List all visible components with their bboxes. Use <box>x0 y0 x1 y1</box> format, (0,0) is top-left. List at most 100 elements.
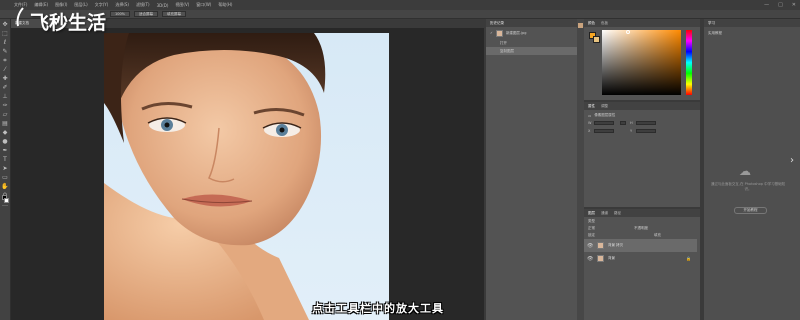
menu-item-help[interactable]: 帮助(H) <box>218 2 232 8</box>
visibility-eye-icon[interactable]: 👁 <box>587 256 593 262</box>
history-step-duplicate: 复制图层 <box>500 48 514 53</box>
y-label: Y <box>630 129 633 133</box>
layer-row[interactable]: 👁 背景 拷贝 <box>584 239 697 252</box>
width-label: W <box>588 121 592 125</box>
minimize-button[interactable]: — <box>764 2 769 8</box>
link-proportions-button[interactable] <box>620 121 626 125</box>
visibility-eye-icon[interactable]: 👁 <box>587 243 593 249</box>
layer-name: 背景 <box>608 256 615 260</box>
type-tool-icon[interactable]: T <box>2 156 9 163</box>
learn-hint: 通过与此面板交互,在 Photoshop 中学习基础知识。 <box>710 182 786 191</box>
clone-stamp-tool-icon[interactable]: ⊥ <box>2 93 9 100</box>
height-label: H <box>630 121 633 125</box>
background-color-chip[interactable] <box>593 36 600 43</box>
properties-title: ▭ 像素图层属性 <box>588 113 615 118</box>
layers-panel-tabs: 图层 通道 路径 <box>584 209 700 217</box>
tab-learn[interactable]: 学习 <box>708 21 715 26</box>
healing-tool-icon[interactable]: ✚ <box>2 75 9 82</box>
history-panel-tabs: 历史记录 <box>486 19 577 27</box>
tab-swatches[interactable]: 色板 <box>601 21 608 26</box>
opacity-label: 不透明度 <box>634 226 648 230</box>
height-field[interactable] <box>636 121 656 125</box>
history-panel-icon[interactable] <box>578 23 583 28</box>
photoshop-window: 文件(F) 编辑(E) 图像(I) 图层(L) 文字(Y) 选择(S) 滤镜(T… <box>0 0 800 320</box>
portrait-image[interactable] <box>104 33 389 320</box>
tab-history[interactable]: 历史记录 <box>490 21 504 26</box>
zoom-100-button[interactable]: 100% <box>110 11 131 17</box>
gradient-tool-icon[interactable]: ▤ <box>2 120 9 127</box>
checkmark-icon: ✓ <box>490 31 493 35</box>
hand-tool-icon[interactable]: ✋ <box>1 183 8 190</box>
lock-label: 锁定 <box>588 233 595 237</box>
tab-layers[interactable]: 图层 <box>588 211 595 216</box>
background-color-swatch[interactable] <box>4 198 9 203</box>
quick-select-tool-icon[interactable]: ✎ <box>2 48 9 55</box>
close-button[interactable]: ✕ <box>792 2 796 8</box>
video-subtitle: 点击工具栏中的放大工具 <box>312 302 444 315</box>
y-field[interactable] <box>636 129 656 133</box>
start-tutorial-button[interactable]: 开始教程 <box>734 207 767 214</box>
move-tool-icon[interactable]: ✥ <box>2 21 9 28</box>
canvas-workspace[interactable] <box>11 28 484 320</box>
learn-title: 实用教程 <box>708 31 722 35</box>
pixel-layer-icon: ▭ <box>588 113 592 118</box>
blend-mode-select[interactable]: 正常 <box>588 226 595 231</box>
watermark-text: 飞秒生活 <box>30 12 107 34</box>
pen-tool-icon[interactable]: ✒ <box>2 147 9 154</box>
x-label: X <box>588 129 591 133</box>
history-panel: 历史记录 ✓ 新建图层.jpg 打开 复制图层 <box>486 19 577 320</box>
tools-panel: ✥ ⬚ ℓ ✎ ⌗ ⁄ ✚ ✐ ⊥ ✑ ▱ ▤ ◆ ● ✒ T ➤ ▭ ✋ ⚲ … <box>0 19 11 320</box>
properties-title-label: 像素图层属性 <box>594 113 616 117</box>
menu-bar: 文件(F) 编辑(E) 图像(I) 图层(L) 文字(Y) 选择(S) 滤镜(T… <box>0 0 800 10</box>
brush-tool-icon[interactable]: ✐ <box>2 84 9 91</box>
history-step-open: 打开 <box>500 40 507 45</box>
portrait-photo <box>104 33 326 320</box>
lasso-tool-icon[interactable]: ℓ <box>2 39 9 46</box>
history-snapshot[interactable]: ✓ 新建图层.jpg <box>490 29 526 37</box>
history-step[interactable]: 复制图层 <box>486 47 577 55</box>
learn-panel: 学习 实用教程 ☁ › <box>704 19 800 320</box>
shape-tool-icon[interactable]: ▭ <box>2 174 9 181</box>
tab-color[interactable]: 颜色 <box>588 21 595 26</box>
layer-row[interactable]: 👁 背景 🔒 <box>584 252 697 265</box>
history-step[interactable]: 打开 <box>500 39 507 47</box>
layer-thumbnail <box>597 242 604 249</box>
learn-illustration-icon: ☁ <box>739 164 751 178</box>
color-picker-field[interactable] <box>602 30 681 95</box>
menu-item-select[interactable]: 选择(S) <box>115 2 129 8</box>
crop-tool-icon[interactable]: ⌗ <box>2 57 9 64</box>
fill-label: 填充 <box>654 233 661 237</box>
width-field[interactable] <box>594 121 614 125</box>
x-field[interactable] <box>594 129 614 133</box>
tab-adjustments[interactable]: 调整 <box>601 104 608 109</box>
history-brush-tool-icon[interactable]: ✑ <box>2 102 9 109</box>
color-picker-cursor[interactable] <box>626 30 630 34</box>
menu-item-window[interactable]: 窗口(W) <box>196 2 211 8</box>
eraser-tool-icon[interactable]: ▱ <box>2 111 9 118</box>
tab-channels[interactable]: 通道 <box>601 211 608 216</box>
window-controls: — □ ✕ <box>764 0 796 10</box>
hue-slider[interactable] <box>686 30 692 95</box>
tab-properties[interactable]: 属性 <box>588 104 595 109</box>
dodge-tool-icon[interactable]: ● <box>2 138 9 145</box>
color-panel-tabs: 颜色 色板 <box>584 19 700 27</box>
snapshot-thumbnail <box>495 29 503 37</box>
icon-strip <box>577 19 584 320</box>
menu-item-3d[interactable]: 3D(D) <box>157 3 169 8</box>
properties-panel: 属性 调整 ▭ 像素图层属性 W H X Y <box>584 100 700 207</box>
fit-screen-button[interactable]: 适合屏幕 <box>134 11 159 17</box>
maximize-button[interactable]: □ <box>778 2 783 8</box>
snapshot-label: 新建图层.jpg <box>505 30 527 35</box>
next-arrow-icon[interactable]: › <box>790 155 794 166</box>
eyedropper-tool-icon[interactable]: ⁄ <box>2 66 9 73</box>
properties-panel-tabs: 属性 调整 <box>584 102 700 110</box>
blur-tool-icon[interactable]: ◆ <box>2 129 9 136</box>
layer-kind-filter[interactable]: 类型 <box>588 219 595 224</box>
menu-item-filter[interactable]: 滤镜(T) <box>136 2 150 8</box>
fill-screen-button[interactable]: 填充屏幕 <box>162 11 187 17</box>
marquee-tool-icon[interactable]: ⬚ <box>2 30 9 37</box>
path-select-tool-icon[interactable]: ➤ <box>2 165 9 172</box>
tab-paths[interactable]: 路径 <box>614 211 621 216</box>
menu-item-view[interactable]: 视图(V) <box>175 2 189 8</box>
options-bar: 100% 适合屏幕 填充屏幕 <box>0 10 800 19</box>
